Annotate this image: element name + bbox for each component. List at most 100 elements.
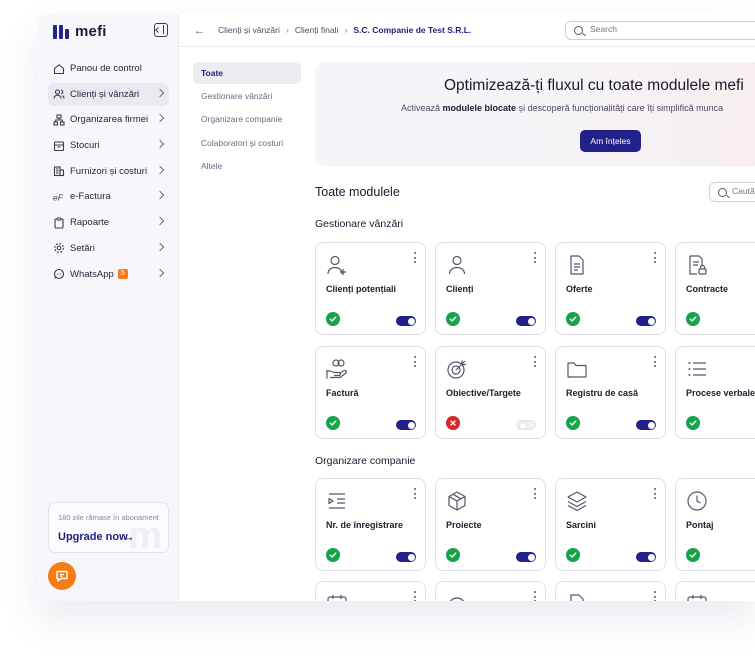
more-vertical-icon[interactable]	[414, 252, 417, 263]
module-toggle[interactable]	[516, 316, 536, 326]
sidebar-item[interactable]: Organizarea firmei	[48, 108, 169, 131]
mefi-logo-icon	[53, 24, 70, 39]
modules-search[interactable]	[709, 182, 755, 202]
category-list: Toate Gestionare vânzări Organizare compan…	[193, 62, 301, 178]
module-card[interactable]: Pontaj	[675, 478, 755, 571]
more-vertical-icon[interactable]	[654, 252, 657, 263]
module-card[interactable]	[315, 581, 426, 601]
module-toggle[interactable]	[516, 420, 536, 430]
more-vertical-icon[interactable]	[534, 488, 537, 499]
module-name: Clienți	[446, 284, 474, 294]
check-circle-icon	[686, 416, 700, 430]
breadcrumb-item[interactable]: Clienți și vânzări	[218, 25, 280, 35]
sidebar-item-label: Rapoarte	[70, 217, 110, 229]
sidebar-item[interactable]: Setări	[48, 237, 169, 260]
module-card[interactable]	[555, 581, 666, 601]
more-vertical-icon[interactable]	[534, 591, 537, 601]
more-vertical-icon[interactable]	[414, 591, 417, 601]
promo-banner: Optimizează-ți fluxul cu toate modulele …	[315, 62, 755, 166]
org-chart-icon	[53, 114, 65, 126]
whatsapp-icon	[53, 268, 65, 280]
upgrade-button[interactable]: Upgrade now	[58, 531, 128, 543]
more-vertical-icon[interactable]	[534, 252, 537, 263]
more-vertical-icon[interactable]	[414, 356, 417, 367]
check-circle-icon	[326, 416, 340, 430]
check-circle-icon	[566, 312, 580, 326]
check-circle-icon	[686, 312, 700, 326]
document-icon	[566, 593, 588, 601]
category-item[interactable]: Gestionare vânzări	[193, 85, 301, 107]
module-toggle[interactable]	[396, 316, 416, 326]
section-title: Organizare companie	[315, 455, 416, 467]
more-vertical-icon[interactable]	[654, 488, 657, 499]
module-toggle[interactable]	[636, 552, 656, 562]
module-card[interactable]: Sarcini	[555, 478, 666, 571]
module-card[interactable]: Proiecte	[435, 478, 546, 571]
module-name: Registru de casă	[566, 388, 639, 398]
module-toggle[interactable]	[636, 316, 656, 326]
module-card[interactable]: Clienți	[435, 242, 546, 335]
search-icon	[574, 26, 583, 35]
module-card[interactable]	[675, 581, 755, 601]
section-title: Gestionare vânzări	[315, 218, 404, 230]
breadcrumb-item[interactable]: Clienți finali	[295, 25, 338, 35]
more-vertical-icon[interactable]	[534, 356, 537, 367]
module-name: Clienți potențiali	[326, 284, 397, 294]
chevron-right-icon	[155, 242, 165, 252]
more-vertical-icon[interactable]	[654, 356, 657, 367]
app-window: mefi Panou de control Clienți și vânzări O…	[38, 14, 755, 601]
clock-icon	[686, 490, 708, 512]
understood-button[interactable]: Am înțeles	[580, 130, 641, 152]
search-input[interactable]	[590, 24, 750, 34]
sidebar-item[interactable]: eF e-Factura	[48, 185, 169, 208]
topbar: ← Clienți și vânzări › Clienți finali › …	[179, 14, 755, 47]
category-item[interactable]: Organizare companie	[193, 108, 301, 130]
module-name: Obiective/Targete	[446, 388, 521, 398]
box-icon	[446, 490, 468, 512]
module-card[interactable]: Nr. de înregistrare	[315, 478, 426, 571]
upgrade-card[interactable]: m 180 zile rămase în abonament Upgrade n…	[48, 502, 169, 553]
sidebar-item[interactable]: Furnizori și costuri	[48, 160, 169, 183]
target-icon	[446, 358, 468, 380]
sidebar-item-label: Organizarea firmei	[70, 114, 149, 126]
module-card[interactable]: Registru de casă	[555, 346, 666, 439]
e-factura-icon: eF	[53, 191, 65, 203]
module-card[interactable]: Factură	[315, 346, 426, 439]
module-card[interactable]: Obiective/Targete	[435, 346, 546, 439]
module-card[interactable]: Contracte	[675, 242, 755, 335]
logo[interactable]: mefi	[53, 23, 107, 40]
more-vertical-icon[interactable]	[654, 591, 657, 601]
sidebar-item-label: Panou de control	[70, 63, 142, 74]
subscription-days-text: 180 zile rămase în abonament	[58, 513, 159, 522]
sidebar-item[interactable]: Stocuri	[48, 134, 169, 157]
module-toggle[interactable]	[636, 420, 656, 430]
back-arrow-icon[interactable]: ←	[194, 25, 205, 37]
module-card[interactable]: Clienți potențiali	[315, 242, 426, 335]
module-grid-partial	[315, 581, 755, 601]
chevron-right-icon	[155, 88, 165, 97]
module-toggle[interactable]	[396, 420, 416, 430]
sidebar-item[interactable]: WhatsApp 5	[48, 263, 169, 286]
global-search[interactable]	[565, 21, 755, 40]
module-name: Oferte	[566, 284, 593, 294]
category-item[interactable]: Altele	[193, 155, 301, 177]
sidebar-item[interactable]: Rapoarte	[48, 211, 169, 234]
more-vertical-icon[interactable]	[414, 488, 417, 499]
user-icon	[446, 254, 468, 276]
module-toggle[interactable]	[516, 552, 536, 562]
modules-title: Toate modulele	[315, 185, 400, 199]
category-item[interactable]: Toate	[193, 62, 301, 84]
search-icon	[718, 188, 727, 197]
modules-search-input[interactable]	[732, 186, 755, 196]
category-item[interactable]: Colaboratori și costuri	[193, 132, 301, 154]
chat-button[interactable]	[48, 562, 76, 590]
module-toggle[interactable]	[396, 552, 416, 562]
module-name: Sarcini	[566, 520, 597, 530]
module-card[interactable]: Oferte	[555, 242, 666, 335]
collapse-sidebar-icon[interactable]	[154, 23, 168, 37]
module-card[interactable]	[435, 581, 546, 601]
arrow-right-icon: →	[122, 529, 135, 544]
sidebar-item[interactable]: Panou de control	[48, 57, 169, 80]
module-card[interactable]: Procese verbale	[675, 346, 755, 439]
sidebar-item[interactable]: Clienți și vânzări	[48, 82, 169, 106]
